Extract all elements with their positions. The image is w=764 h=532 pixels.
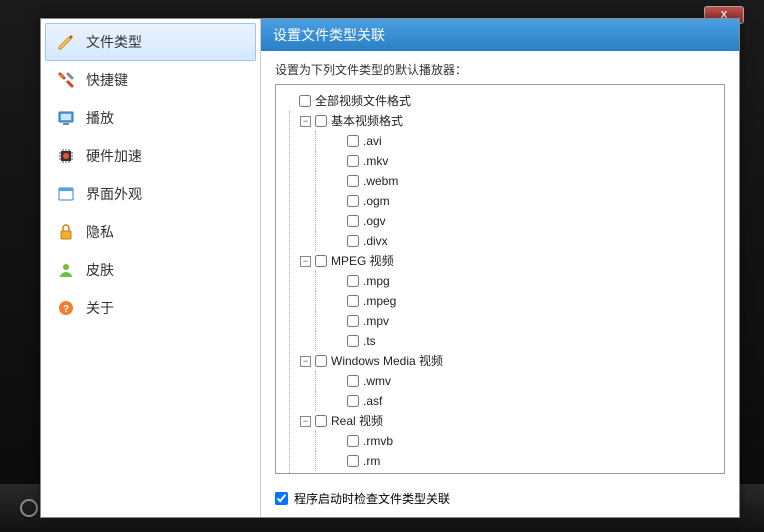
tree-checkbox[interactable] <box>347 195 359 207</box>
settings-sidebar: 文件类型 快捷键 播放 硬件加速 界面外观 隐私 皮肤 ? 关于 <box>41 19 261 517</box>
tree-group[interactable]: − Windows Media 视频 <box>300 351 716 371</box>
sidebar-item-privacy[interactable]: 隐私 <box>45 213 256 251</box>
tree-checkbox[interactable] <box>347 275 359 287</box>
tree-group-label: MPEG 视频 <box>331 252 394 270</box>
tree-group[interactable]: − Real 视频 <box>300 411 716 431</box>
tree-checkbox[interactable] <box>347 395 359 407</box>
sidebar-item-appearance[interactable]: 界面外观 <box>45 175 256 213</box>
tree-checkbox[interactable] <box>299 95 311 107</box>
tree-item-label: .mkv <box>363 152 388 170</box>
tree-checkbox[interactable] <box>347 155 359 167</box>
tree-checkbox[interactable] <box>347 135 359 147</box>
tree-item-label: .mpeg <box>363 292 396 310</box>
pencil-icon <box>56 32 76 52</box>
window-icon <box>56 184 76 204</box>
tree-item[interactable]: .divx <box>315 231 716 251</box>
settings-dialog: 文件类型 快捷键 播放 硬件加速 界面外观 隐私 皮肤 ? 关于 <box>40 18 740 518</box>
tree-checkbox[interactable] <box>347 375 359 387</box>
main-panel: 设置文件类型关联 设置为下列文件类型的默认播放器： 全部视频文件格式−基本视频格… <box>261 19 739 517</box>
tools-icon <box>56 70 76 90</box>
panel-footer: 程序启动时检查文件类型关联 <box>261 482 739 517</box>
tree-item-label: .ts <box>363 332 376 350</box>
tree-item-label: .mpv <box>363 312 389 330</box>
tree-item-label: .wmv <box>363 372 391 390</box>
tree-item[interactable]: .avi <box>315 131 716 151</box>
collapse-icon[interactable]: − <box>300 416 311 427</box>
tree-checkbox[interactable] <box>347 455 359 467</box>
sidebar-item-label: 关于 <box>86 298 114 318</box>
stop-icon[interactable] <box>20 499 38 517</box>
chip-icon <box>56 146 76 166</box>
sidebar-item-label: 隐私 <box>86 222 114 242</box>
tree-group[interactable]: − 基本视频格式 <box>300 111 716 131</box>
tree-checkbox[interactable] <box>347 315 359 327</box>
tree-group-label: QuickTime 视频 <box>331 472 415 474</box>
tree-checkbox[interactable] <box>315 115 327 127</box>
tree-item-label: .ogm <box>363 192 390 210</box>
tree-checkbox[interactable] <box>347 235 359 247</box>
sidebar-item-file-types[interactable]: 文件类型 <box>45 23 256 61</box>
monitor-icon <box>56 108 76 128</box>
tree-item[interactable]: .asf <box>315 391 716 411</box>
tree-checkbox[interactable] <box>347 295 359 307</box>
tree-item-label: .rmvb <box>363 432 393 450</box>
tree-item[interactable]: .ts <box>315 331 716 351</box>
sidebar-item-playback[interactable]: 播放 <box>45 99 256 137</box>
collapse-icon[interactable]: − <box>300 356 311 367</box>
sidebar-item-hw-accel[interactable]: 硬件加速 <box>45 137 256 175</box>
svg-text:?: ? <box>63 304 69 315</box>
tree-item-label: .divx <box>363 232 388 250</box>
tree-checkbox[interactable] <box>347 175 359 187</box>
tree-item-label: .rm <box>363 452 380 470</box>
tree-item[interactable]: .webm <box>315 171 716 191</box>
sidebar-item-label: 皮肤 <box>86 260 114 280</box>
sidebar-item-label: 快捷键 <box>86 70 128 90</box>
tree-item-label: .ogv <box>363 212 386 230</box>
tree-item-label: .webm <box>363 172 398 190</box>
sidebar-item-label: 播放 <box>86 108 114 128</box>
panel-description: 设置为下列文件类型的默认播放器： <box>261 51 739 84</box>
collapse-icon[interactable]: − <box>300 256 311 267</box>
tree-item[interactable]: .rmvb <box>315 431 716 451</box>
help-icon: ? <box>56 298 76 318</box>
tree-group[interactable]: +QuickTime 视频 <box>300 471 716 474</box>
sidebar-item-label: 硬件加速 <box>86 146 142 166</box>
tree-item[interactable]: .mpg <box>315 271 716 291</box>
tree-checkbox[interactable] <box>347 435 359 447</box>
tree-label: 全部视频文件格式 <box>315 92 411 110</box>
tree-item[interactable]: .ogv <box>315 211 716 231</box>
tree-item-label: .avi <box>363 132 382 150</box>
tree-checkbox[interactable] <box>347 215 359 227</box>
tree-item[interactable]: .wmv <box>315 371 716 391</box>
tree-group-label: 基本视频格式 <box>331 112 403 130</box>
sidebar-item-shortcuts[interactable]: 快捷键 <box>45 61 256 99</box>
tree-group-label: Real 视频 <box>331 412 383 430</box>
tree-item[interactable]: .mpv <box>315 311 716 331</box>
lock-icon <box>56 222 76 242</box>
tree-item[interactable]: .rm <box>315 451 716 471</box>
collapse-icon[interactable]: − <box>300 116 311 127</box>
sidebar-item-label: 界面外观 <box>86 184 142 204</box>
tree-item[interactable]: .mpeg <box>315 291 716 311</box>
startup-check-label: 程序启动时检查文件类型关联 <box>294 490 450 507</box>
startup-check-checkbox[interactable] <box>275 492 288 505</box>
sidebar-item-skin[interactable]: 皮肤 <box>45 251 256 289</box>
tree-item-label: .asf <box>363 392 382 410</box>
tree-checkbox[interactable] <box>315 415 327 427</box>
tree-item[interactable]: .mkv <box>315 151 716 171</box>
tree-group-label: Windows Media 视频 <box>331 352 443 370</box>
person-icon <box>56 260 76 280</box>
tree-checkbox[interactable] <box>347 335 359 347</box>
tree-item-label: .mpg <box>363 272 390 290</box>
sidebar-item-label: 文件类型 <box>86 32 142 52</box>
tree-checkbox[interactable] <box>315 255 327 267</box>
tree-item[interactable]: .ogm <box>315 191 716 211</box>
panel-title: 设置文件类型关联 <box>261 19 739 51</box>
tree-checkbox[interactable] <box>315 355 327 367</box>
tree-group[interactable]: − MPEG 视频 <box>300 251 716 271</box>
tree-root[interactable]: 全部视频文件格式 <box>284 91 716 111</box>
sidebar-item-about[interactable]: ? 关于 <box>45 289 256 327</box>
file-type-tree[interactable]: 全部视频文件格式−基本视频格式.avi.mkv.webm.ogm.ogv.div… <box>275 84 725 474</box>
